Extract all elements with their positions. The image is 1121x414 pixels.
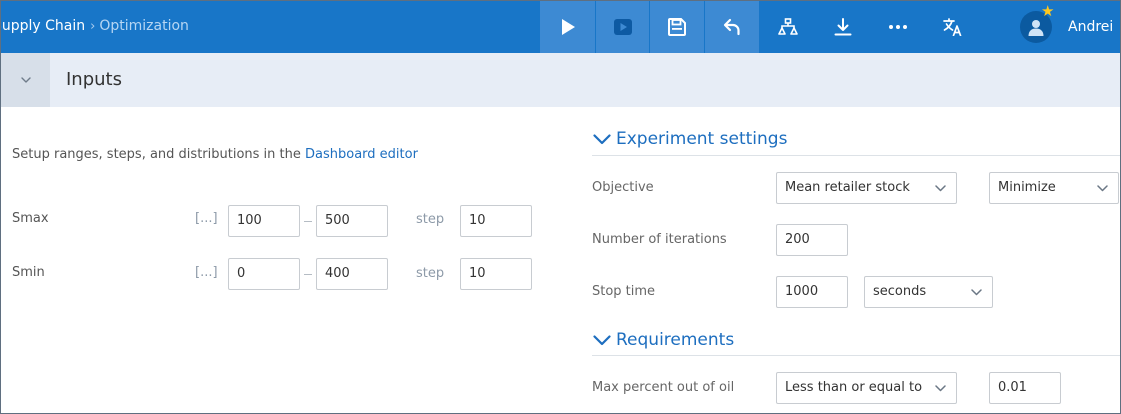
- more-button[interactable]: [870, 1, 925, 53]
- requirement-condition-value: Less than or equal to: [785, 380, 923, 395]
- hierarchy-button[interactable]: [760, 1, 815, 53]
- param-options-button-smin[interactable]: [...]: [195, 265, 218, 280]
- collapse-inputs-button[interactable]: [1, 53, 50, 107]
- range-dash: [304, 221, 312, 222]
- undo-icon: [723, 18, 740, 36]
- experiment-settings-toggle[interactable]: Experiment settings: [593, 124, 787, 154]
- objective-direction-value: Minimize: [998, 180, 1056, 195]
- play-icon: [561, 19, 575, 35]
- run-animation-button[interactable]: [596, 1, 649, 53]
- user-name: Andrei: [1068, 19, 1114, 35]
- dashboard-editor-link[interactable]: Dashboard editor: [305, 147, 418, 162]
- chevron-down-icon: [20, 77, 31, 83]
- user-icon: [1028, 19, 1044, 36]
- dashboard-hint: Setup ranges, steps, and distributions i…: [12, 147, 418, 162]
- stop-time-input[interactable]: 1000: [776, 276, 848, 308]
- save-button[interactable]: [650, 1, 704, 53]
- chevron-down-icon: [971, 289, 982, 296]
- breadcrumb-current: Optimization: [99, 18, 189, 34]
- download-icon: [834, 18, 851, 36]
- chevron-down-icon: [1097, 185, 1108, 192]
- smax-max-input[interactable]: 500: [316, 205, 388, 237]
- param-label-smax: Smax: [12, 211, 49, 226]
- inputs-header: Inputs: [1, 53, 1120, 107]
- requirement-value-input[interactable]: 0.01: [989, 372, 1061, 404]
- stop-time-unit-value: seconds: [873, 284, 927, 299]
- requirement-condition-select[interactable]: Less than or equal to: [776, 372, 957, 404]
- param-label-smin: Smin: [12, 265, 45, 280]
- step-label: step: [416, 212, 445, 227]
- more-icon: [888, 25, 907, 29]
- breadcrumb: Supply Chain › Optimization: [1, 1, 189, 51]
- top-bar: Supply Chain › Optimization ★ Andrei: [1, 1, 1120, 53]
- smin-step-input[interactable]: 10: [460, 258, 532, 290]
- chevron-down-icon: [593, 334, 611, 345]
- iterations-input[interactable]: 200: [776, 224, 848, 256]
- translate-button[interactable]: [925, 1, 980, 53]
- smin-max-input[interactable]: 400: [316, 258, 388, 290]
- param-options-button-smax[interactable]: [...]: [195, 211, 218, 226]
- avatar[interactable]: ★: [1020, 4, 1054, 43]
- hierarchy-icon: [777, 18, 798, 35]
- smax-min-input[interactable]: 100: [228, 205, 300, 237]
- objective-direction-select[interactable]: Minimize: [989, 172, 1119, 204]
- inputs-title: Inputs: [66, 69, 122, 90]
- section-divider: [592, 155, 1120, 156]
- objective-select[interactable]: Mean retailer stock: [776, 172, 957, 204]
- requirements-title: Requirements: [616, 330, 735, 350]
- smax-step-input[interactable]: 10: [460, 205, 532, 237]
- star-icon: ★: [1041, 2, 1055, 20]
- requirements-toggle[interactable]: Requirements: [593, 325, 734, 355]
- user-menu[interactable]: ★ Andrei: [1020, 1, 1113, 53]
- iterations-label: Number of iterations: [592, 232, 727, 247]
- stop-time-label: Stop time: [592, 284, 656, 299]
- range-dash: [304, 274, 312, 275]
- step-label: step: [416, 266, 445, 281]
- experiment-settings-title: Experiment settings: [616, 129, 788, 149]
- breadcrumb-separator: ›: [90, 18, 96, 34]
- run-button[interactable]: [540, 1, 595, 53]
- objective-label: Objective: [592, 180, 654, 195]
- stop-time-unit-select[interactable]: seconds: [864, 276, 993, 308]
- run-animation-icon: [613, 19, 632, 35]
- undo-button[interactable]: [705, 1, 759, 53]
- section-divider: [592, 355, 1120, 356]
- chevron-down-icon: [593, 133, 611, 144]
- save-icon: [668, 18, 686, 36]
- objective-select-value: Mean retailer stock: [785, 180, 910, 195]
- download-button[interactable]: [815, 1, 870, 53]
- requirement-label: Max percent out of oil: [592, 380, 735, 395]
- hint-text: Setup ranges, steps, and distributions i…: [12, 147, 305, 162]
- chevron-down-icon: [935, 385, 946, 392]
- app-window: Supply Chain › Optimization ★ Andrei Inp…: [0, 0, 1121, 414]
- smin-min-input[interactable]: 0: [228, 258, 300, 290]
- chevron-down-icon: [935, 185, 946, 192]
- breadcrumb-root[interactable]: Supply Chain: [1, 18, 85, 34]
- translate-icon: [942, 18, 961, 36]
